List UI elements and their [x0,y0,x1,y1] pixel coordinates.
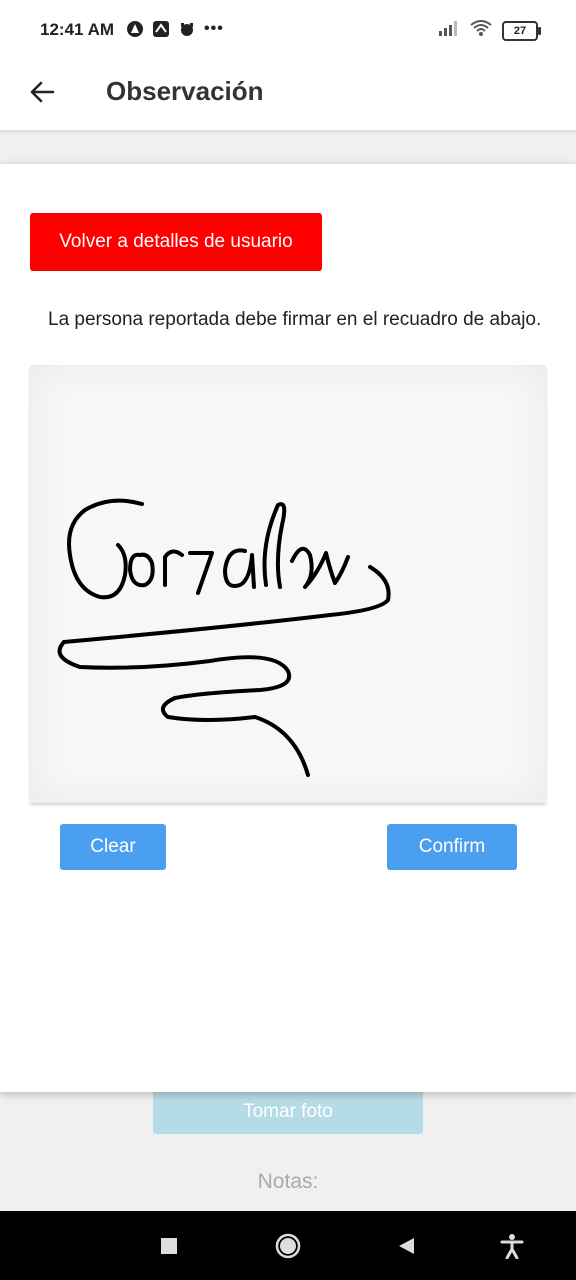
back-to-user-details-button[interactable]: Volver a detalles de usuario [30,213,322,271]
back-arrow-icon[interactable] [22,72,62,112]
signal-icon [438,20,460,41]
status-bar: 12:41 AM ••• 27 [0,0,576,64]
app-bar: Observación [0,64,576,131]
signature-drawing [57,498,391,777]
bug-icon [178,20,196,38]
signature-modal: Volver a detalles de usuario La persona … [0,164,576,1092]
app-notification-icon [152,20,170,38]
triangle-back-icon[interactable] [391,1231,421,1261]
battery-icon: 27 [502,20,541,41]
status-time: 12:41 AM [40,20,115,39]
signature-pad[interactable] [30,365,546,803]
signature-instruction: La persona reportada debe firmar en el r… [48,309,542,330]
notes-label: Notas: [257,1170,319,1193]
system-nav-bar [0,1211,576,1280]
circle-icon[interactable] [273,1231,303,1261]
take-photo-button[interactable]: Tomar foto [153,1090,423,1134]
clear-signature-button[interactable]: Clear [60,824,166,870]
system-status: 27 [438,20,541,41]
square-icon[interactable] [154,1231,184,1261]
app-notification-icon [126,20,144,38]
accessibility-icon[interactable] [497,1231,527,1261]
page-title: Observación [106,76,264,106]
confirm-signature-button[interactable]: Confirm [387,824,517,870]
wifi-icon [470,20,492,41]
more-notifications-icon: ••• [204,20,224,37]
notification-icons: ••• [126,20,224,38]
